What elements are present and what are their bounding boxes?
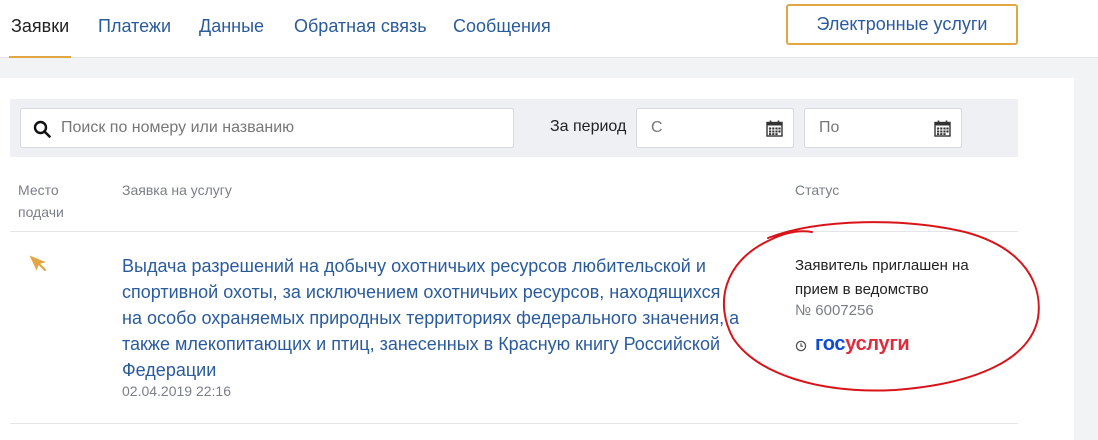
electronic-services-button[interactable]: Электронные услуги bbox=[786, 4, 1018, 45]
search-icon[interactable] bbox=[33, 120, 51, 138]
tab-feedback[interactable]: Обратная связь bbox=[294, 15, 427, 37]
applications-card: За период bbox=[0, 78, 1074, 440]
calendar-icon[interactable] bbox=[934, 120, 951, 137]
row-divider bbox=[10, 423, 1018, 424]
date-to-field bbox=[804, 108, 962, 148]
status-text: Заявитель приглашен на прием в ведомство bbox=[795, 257, 969, 298]
date-to-input[interactable] bbox=[819, 109, 929, 147]
clock-icon bbox=[795, 340, 807, 352]
column-header-location-line1: Место bbox=[18, 182, 59, 198]
gosuslugi-logo-part1: гос bbox=[815, 333, 846, 355]
column-header-service: Заявка на услугу bbox=[122, 182, 232, 198]
application-date: 02.04.2019 22:16 bbox=[122, 383, 231, 399]
header-divider bbox=[10, 231, 1018, 232]
date-from-input[interactable] bbox=[651, 109, 761, 147]
column-header-location-line2: подачи bbox=[18, 204, 64, 220]
period-label: За период bbox=[550, 118, 627, 135]
gosuslugi-logo-part2: услуги bbox=[845, 333, 910, 355]
search-input[interactable] bbox=[61, 109, 501, 147]
service-title-link[interactable]: Выдача разрешений на добычу охотничьих р… bbox=[122, 253, 742, 383]
filter-bar: За период bbox=[10, 99, 1018, 157]
column-header-status: Статус bbox=[795, 182, 840, 198]
date-from-field bbox=[636, 108, 794, 148]
tab-data[interactable]: Данные bbox=[199, 15, 264, 37]
tab-messages[interactable]: Сообщения bbox=[453, 15, 551, 37]
cursor-arrow-icon bbox=[29, 255, 47, 272]
application-number: № 6007256 bbox=[795, 302, 874, 319]
tab-applications[interactable]: Заявки bbox=[8, 15, 72, 58]
gosuslugi-logo: госуслуги bbox=[815, 333, 910, 356]
top-navigation: Заявки Платежи Данные Обратная связь Соо… bbox=[0, 0, 1098, 58]
search-box bbox=[20, 108, 514, 148]
tab-payments[interactable]: Платежи bbox=[98, 15, 171, 37]
calendar-icon[interactable] bbox=[766, 120, 783, 137]
column-header-location: Место подачи bbox=[18, 179, 64, 223]
